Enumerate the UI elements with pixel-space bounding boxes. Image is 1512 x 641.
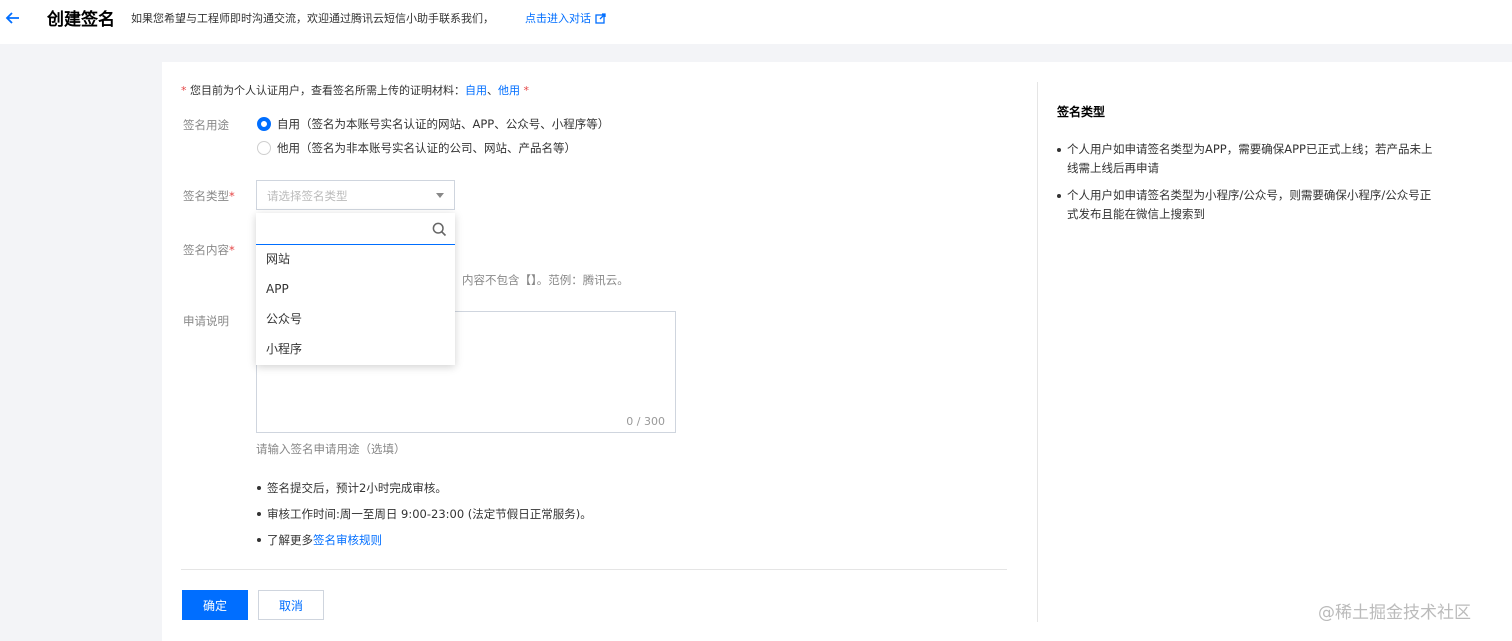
description-hint: 请输入签名申请用途（选填） xyxy=(256,442,406,456)
type-select[interactable]: 请选择签名类型 xyxy=(256,180,455,210)
sidebar-title: 签名类型 xyxy=(1057,105,1106,119)
type-dropdown-menu: 网站 APP 公众号 小程序 xyxy=(256,213,455,365)
sidebar-item: 个人用户如申请签名类型为小程序/公众号，则需要确保小程序/公众号正式发布且能在微… xyxy=(1057,186,1437,224)
note-item: 审核工作时间:周一至周日 9:00-23:00 (法定节假日正常服务)。 xyxy=(257,504,592,530)
caret-down-icon xyxy=(436,193,444,198)
content-label: 签名内容* xyxy=(183,242,235,258)
self-use-link[interactable]: 自用 xyxy=(465,84,487,97)
top-bar: 创建签名 如果您希望与工程师即时沟通交流，欢迎通过腾讯云短信小助手联系我们， 点… xyxy=(0,0,1512,44)
required-mark: * xyxy=(229,189,235,203)
radio-checked-icon[interactable] xyxy=(257,117,271,131)
page-title: 创建签名 xyxy=(47,10,115,30)
sidebar-list: 个人用户如申请签名类型为APP，需要确保APP已正式上线；若产品未上线需上线后再… xyxy=(1057,140,1437,232)
back-arrow-icon[interactable] xyxy=(4,9,22,27)
radio-other-use[interactable]: 他用（签名为非本账号实名认证的公司、网站、产品名等） xyxy=(257,140,576,156)
chat-link-label[interactable]: 点击进入对话 xyxy=(525,10,591,26)
type-label: 签名类型* xyxy=(183,188,235,204)
radio-other-use-label: 他用（签名为非本账号实名认证的公司、网站、产品名等） xyxy=(277,141,576,155)
tip-text: 您目前为个人认证用户，查看签名所需上传的证明材料： xyxy=(190,84,465,97)
tip-separator: 、 xyxy=(487,84,498,97)
content-label-text: 签名内容 xyxy=(183,243,229,257)
note-item: 了解更多签名审核规则 xyxy=(257,530,592,556)
dropdown-option-website[interactable]: 网站 xyxy=(256,244,455,274)
confirm-button[interactable]: 确定 xyxy=(182,590,248,620)
other-use-link[interactable]: 他用 xyxy=(498,84,520,97)
type-select-placeholder: 请选择签名类型 xyxy=(267,189,348,203)
note-item: 签名提交后，预计2小时完成审核。 xyxy=(257,478,592,504)
review-notes: 签名提交后，预计2小时完成审核。 审核工作时间:周一至周日 9:00-23:00… xyxy=(257,478,592,556)
chat-link[interactable]: 点击进入对话 xyxy=(525,10,606,26)
required-mark: * xyxy=(181,84,190,97)
dropdown-option-official-account[interactable]: 公众号 xyxy=(256,304,455,334)
sidebar-item: 个人用户如申请签名类型为APP，需要确保APP已正式上线；若产品未上线需上线后再… xyxy=(1057,140,1437,178)
watermark: @稀土掘金技术社区 xyxy=(1318,603,1471,623)
radio-self-use-label: 自用（签名为本账号实名认证的网站、APP、公众号、小程序等） xyxy=(277,117,610,131)
search-icon[interactable] xyxy=(432,222,447,237)
type-label-text: 签名类型 xyxy=(183,189,229,203)
description-label: 申请说明 xyxy=(183,314,229,328)
radio-unchecked-icon[interactable] xyxy=(257,141,271,155)
note-prefix: 了解更多 xyxy=(267,533,313,547)
content-hint: 内容不包含【】。范例：腾讯云。 xyxy=(462,273,629,287)
external-link-icon xyxy=(595,12,606,24)
dropdown-option-mini-program[interactable]: 小程序 xyxy=(256,334,455,364)
usage-label: 签名用途 xyxy=(183,118,229,132)
horizontal-divider xyxy=(181,569,1007,570)
required-mark: * xyxy=(520,84,529,97)
required-mark: * xyxy=(229,243,235,257)
radio-self-use[interactable]: 自用（签名为本账号实名认证的网站、APP、公众号、小程序等） xyxy=(257,116,609,132)
vertical-divider xyxy=(1037,82,1038,622)
dropdown-option-app[interactable]: APP xyxy=(256,274,455,304)
review-rules-link[interactable]: 签名审核规则 xyxy=(313,533,382,547)
dropdown-search xyxy=(256,215,455,245)
char-counter: 0 / 300 xyxy=(626,415,665,428)
cancel-button[interactable]: 取消 xyxy=(258,590,324,620)
certification-tip: * 您目前为个人认证用户，查看签名所需上传的证明材料：自用、他用 * xyxy=(181,82,529,98)
dropdown-search-input[interactable] xyxy=(256,215,426,243)
notice-text: 如果您希望与工程师即时沟通交流，欢迎通过腾讯云短信小助手联系我们， xyxy=(131,12,494,25)
